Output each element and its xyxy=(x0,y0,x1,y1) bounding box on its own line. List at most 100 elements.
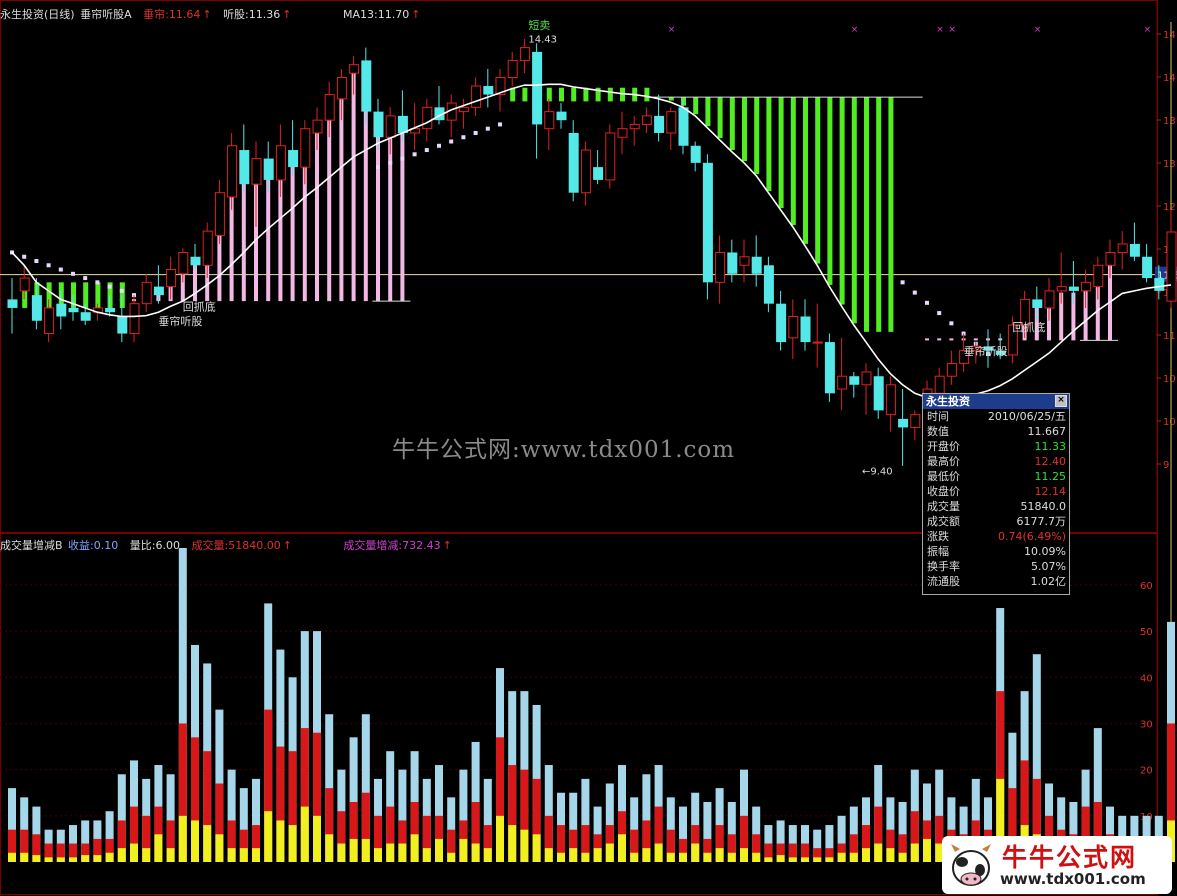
info-row-value: 12.40 xyxy=(1034,455,1067,468)
volume-bar-low xyxy=(715,848,724,862)
volume-bar-low xyxy=(752,852,761,862)
sar-dot xyxy=(925,300,929,305)
green-signal-bar xyxy=(607,87,613,102)
candle-body xyxy=(532,51,543,125)
candle-body xyxy=(654,115,665,133)
volume-tick-label: 60 xyxy=(1140,581,1153,592)
candle-body xyxy=(117,316,128,334)
candle-body xyxy=(946,362,957,377)
candle-body xyxy=(227,145,238,198)
candle-body xyxy=(214,192,225,236)
candle-body xyxy=(800,316,811,343)
volume-bar-low xyxy=(361,838,370,862)
candle-body xyxy=(178,251,189,275)
pink-signal-bar xyxy=(973,338,978,341)
volume-bars xyxy=(8,548,1175,862)
volume-bar-low xyxy=(166,848,175,862)
volume-bar-low xyxy=(398,843,407,862)
marker-x-icon: × xyxy=(1034,25,1042,35)
candle-body xyxy=(763,265,774,304)
green-signal-bar xyxy=(644,87,650,102)
volume-bar-low xyxy=(20,852,29,862)
volume-bar-low xyxy=(801,857,809,862)
volume-bar-low xyxy=(532,834,541,862)
candle-body xyxy=(80,312,91,321)
green-signal-bar xyxy=(717,97,723,139)
volume-bar-low xyxy=(813,857,822,862)
candle-body xyxy=(349,64,360,74)
candle-body xyxy=(898,418,909,428)
bottom-label-2: 回抓底 xyxy=(1012,320,1045,334)
pink-signal-bar xyxy=(949,338,954,341)
green-signal-bar xyxy=(827,97,833,285)
volume-bar-low xyxy=(837,852,846,862)
candle-body xyxy=(1166,231,1177,302)
volume-bar-low xyxy=(288,825,297,862)
candle-body xyxy=(239,150,250,185)
low-price-label: ←9.40 xyxy=(862,466,893,477)
info-box-title[interactable]: 永生投资 × xyxy=(923,394,1069,409)
volume-bar-low xyxy=(203,825,212,862)
marker-x-icon: × xyxy=(1144,25,1152,35)
volume-bar-low xyxy=(264,811,273,862)
close-icon[interactable]: × xyxy=(1055,395,1067,407)
volume-bar-low xyxy=(276,820,285,862)
green-signal-bar xyxy=(693,97,699,115)
candle-body xyxy=(324,94,335,121)
bottom-label-1: 回抓底 xyxy=(183,300,216,314)
candle-body xyxy=(385,115,396,138)
volume-bar-low xyxy=(69,857,77,862)
volume-bar-low xyxy=(32,855,41,862)
pink-signal-bar xyxy=(925,338,929,341)
volume-bar-low xyxy=(605,843,614,862)
up-arrow-icon: ↑ xyxy=(442,539,452,552)
green-signal-bar xyxy=(876,97,882,332)
ma-label: MA13: xyxy=(343,8,378,21)
candle-body xyxy=(275,145,286,181)
info-row-label: 最高价 xyxy=(927,455,960,468)
volume-bar-low xyxy=(325,834,334,862)
candle-body xyxy=(556,111,567,121)
candle-body xyxy=(1105,251,1116,266)
volume-bar-low xyxy=(679,852,687,862)
candle-body xyxy=(1093,264,1104,288)
up-arrow-icon: ↑ xyxy=(282,539,292,552)
candle-body xyxy=(1129,243,1140,257)
sar-dot xyxy=(119,288,124,293)
zengjian-label: 成交量增减: xyxy=(343,539,403,552)
info-row-value: 6177.7万 xyxy=(1016,515,1067,528)
signal-label-1: 垂帘听股 xyxy=(158,314,202,328)
candle-body xyxy=(1117,243,1128,253)
sub-indicator-name: 成交量增减B xyxy=(0,539,63,552)
green-signal-bar xyxy=(815,97,821,264)
candle-body xyxy=(1154,278,1165,291)
candle-body xyxy=(141,281,152,305)
info-box[interactable]: 永生投资 × 时间 2010/06/25/五 数值 11.667 开盘价 11.33 最高价… xyxy=(922,393,1070,595)
sar-dot xyxy=(58,267,63,272)
volume-bar-low xyxy=(130,843,138,862)
marker-x-icon: × xyxy=(668,25,676,35)
pink-signal-bar xyxy=(351,70,356,302)
green-signal-bar xyxy=(522,87,528,102)
marker-x-icon: × xyxy=(851,25,859,35)
logo-title: 牛牛公式网 xyxy=(1002,843,1138,872)
ting-value: 11.36 xyxy=(248,8,281,21)
candle-body xyxy=(544,111,555,130)
candle-body xyxy=(910,414,921,428)
green-signal-bar xyxy=(729,97,735,151)
sar-dot xyxy=(71,271,75,276)
pink-signal-bars xyxy=(119,66,1118,341)
candle-body xyxy=(715,251,726,283)
info-row-label: 开盘价 xyxy=(927,440,960,453)
cow-logo-icon xyxy=(951,844,991,886)
price-tick-label: 10 xyxy=(1163,374,1176,385)
green-signal-bar xyxy=(864,97,869,332)
logo: 牛牛公式网 www.tdx001.com xyxy=(942,836,1172,894)
volume-bar-low xyxy=(471,843,480,862)
green-signal-bar xyxy=(571,87,577,102)
sar-dot xyxy=(900,280,905,285)
info-box-title-text: 永生投资 xyxy=(926,395,970,408)
sar-dot xyxy=(95,280,100,285)
info-row: 收盘价 12.14 xyxy=(923,484,1069,499)
candle-body xyxy=(68,307,79,313)
